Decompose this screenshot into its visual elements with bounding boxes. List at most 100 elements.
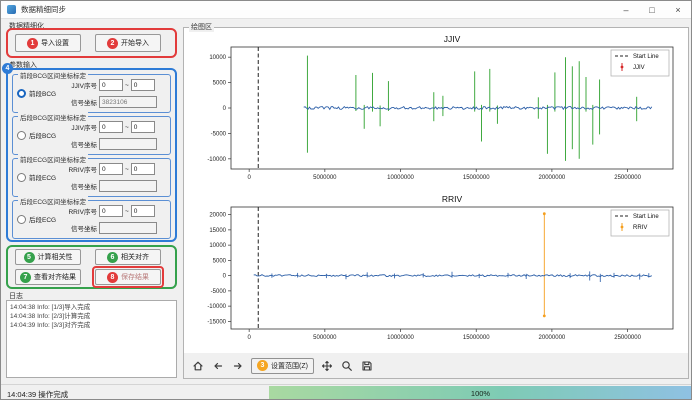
svg-text:20000: 20000 xyxy=(209,213,226,219)
progress-bar: 100% xyxy=(269,386,692,400)
svg-text:5000000: 5000000 xyxy=(313,175,337,181)
set-range-button[interactable]: 3 设置范围(Z) xyxy=(251,358,314,374)
coord-input[interactable] xyxy=(99,180,157,192)
seq-from-input[interactable] xyxy=(99,79,123,91)
window-controls: – □ × xyxy=(613,1,691,18)
seq-from-input[interactable] xyxy=(99,163,123,175)
svg-text:5000000: 5000000 xyxy=(313,335,337,341)
step-7-badge: 7 xyxy=(20,272,31,283)
svg-text:15000000: 15000000 xyxy=(463,335,490,341)
forward-icon[interactable] xyxy=(231,359,245,373)
seq-to-input[interactable] xyxy=(131,205,155,217)
minimize-button[interactable]: – xyxy=(613,1,639,18)
step-3-badge: 3 xyxy=(257,360,268,371)
log-line: 14:04:39 Info: [3/3]对齐完成 xyxy=(10,321,173,330)
svg-text:5000: 5000 xyxy=(213,258,227,264)
coord-label: 信号坐标 xyxy=(65,223,97,233)
pan-icon[interactable] xyxy=(320,359,334,373)
seq-label: RRIV序号 xyxy=(65,164,97,174)
seq-to-input[interactable] xyxy=(131,79,155,91)
svg-text:0: 0 xyxy=(223,274,227,280)
jjiv-chart[interactable]: JJIV -10000 -5000 0 5000 10000 0 5000000 1000000… xyxy=(191,31,683,185)
import-group-label: 数据精细化 xyxy=(9,21,44,31)
window-title: 数据精细同步 xyxy=(21,4,66,15)
svg-text:25000000: 25000000 xyxy=(614,335,641,341)
params-box: 前段BCG区间坐标标定 前段BCG JJIV序号 ~ 信号坐标 后段BCG区间坐… xyxy=(6,68,177,242)
radio-rear-bcg[interactable] xyxy=(17,131,26,140)
coord-label: 信号坐标 xyxy=(65,139,97,149)
maximize-button[interactable]: □ xyxy=(639,1,665,18)
tilde-separator: ~ xyxy=(125,208,129,215)
tilde-separator: ~ xyxy=(125,124,129,131)
rriv-chart[interactable]: RRIV-15000-10000-50000500010000150002000… xyxy=(191,191,683,345)
svg-text:25000000: 25000000 xyxy=(614,175,641,181)
param-section-rear-bcg: 后段BCG区间坐标标定 后段BCG JJIV序号 ~ 信号坐标 xyxy=(12,116,171,155)
seq-from-input[interactable] xyxy=(99,205,123,217)
svg-text:10000000: 10000000 xyxy=(387,335,414,341)
step-2-badge: 2 xyxy=(107,38,118,49)
radio-front-ecg[interactable] xyxy=(17,173,26,182)
start-import-button[interactable]: 2 开始导入 xyxy=(95,34,161,52)
zoom-icon[interactable] xyxy=(340,359,354,373)
seq-from-input[interactable] xyxy=(99,121,123,133)
radio-front-bcg-label: 前段BCG xyxy=(29,88,56,98)
tilde-separator: ~ xyxy=(125,166,129,173)
save-result-button[interactable]: 8 保存结果 xyxy=(95,269,161,285)
svg-text:10000000: 10000000 xyxy=(387,175,414,181)
coord-label: 信号坐标 xyxy=(65,97,97,107)
svg-text:Start Line: Start Line xyxy=(633,214,659,220)
svg-text:JJIV: JJIV xyxy=(444,34,461,44)
svg-text:10000: 10000 xyxy=(209,55,226,61)
start-import-label: 开始导入 xyxy=(121,38,149,48)
progress-percent: 100% xyxy=(471,389,490,398)
seq-label: JJIV序号 xyxy=(65,122,97,132)
close-button[interactable]: × xyxy=(665,1,691,18)
plot-group-label: 绘图区 xyxy=(189,22,214,32)
svg-text:RRIV: RRIV xyxy=(442,194,463,204)
svg-text:-5000: -5000 xyxy=(211,131,227,137)
svg-text:RRIV: RRIV xyxy=(633,225,647,231)
save-icon[interactable] xyxy=(360,359,374,373)
step-5-badge: 5 xyxy=(24,252,35,263)
import-settings-button[interactable]: 1 导入设置 xyxy=(15,34,81,52)
coord-label: 信号坐标 xyxy=(65,181,97,191)
svg-text:0: 0 xyxy=(223,106,227,112)
save-result-label: 保存结果 xyxy=(121,272,149,282)
coord-input[interactable] xyxy=(99,96,157,108)
svg-text:15000: 15000 xyxy=(209,228,226,234)
titlebar: 数据精细同步 – □ × xyxy=(1,1,691,19)
set-range-label: 设置范围(Z) xyxy=(271,361,308,371)
svg-text:0: 0 xyxy=(247,175,251,181)
coord-input[interactable] xyxy=(99,222,157,234)
app-icon xyxy=(7,5,16,14)
log-box: 14:04:38 Info: [1/3]导入完成 14:04:38 Info: … xyxy=(6,300,177,378)
svg-text:-15000: -15000 xyxy=(207,319,226,325)
plot-toolbar: 3 设置范围(Z) xyxy=(184,353,688,378)
seq-to-input[interactable] xyxy=(131,121,155,133)
seq-to-input[interactable] xyxy=(131,163,155,175)
view-align-result-button[interactable]: 7 查看对齐结果 xyxy=(15,269,81,285)
svg-text:20000000: 20000000 xyxy=(539,175,566,181)
back-icon[interactable] xyxy=(211,359,225,373)
coord-input[interactable] xyxy=(99,138,157,150)
radio-rear-ecg[interactable] xyxy=(17,215,26,224)
svg-text:-10000: -10000 xyxy=(207,157,226,163)
seq-label: JJIV序号 xyxy=(65,80,97,90)
home-icon[interactable] xyxy=(191,359,205,373)
svg-text:-10000: -10000 xyxy=(207,304,226,310)
app-window: 数据精细同步 – □ × 数据精细化 1 导入设置 2 开始导入 参数输入 4 … xyxy=(0,0,692,400)
import-settings-label: 导入设置 xyxy=(41,38,69,48)
svg-text:-5000: -5000 xyxy=(211,289,227,295)
calc-correlation-label: 计算相关性 xyxy=(38,252,73,262)
radio-front-bcg[interactable] xyxy=(17,89,26,98)
radio-front-ecg-label: 前段ECG xyxy=(29,172,56,182)
radio-rear-bcg-label: 后段BCG xyxy=(29,130,56,140)
svg-text:5000: 5000 xyxy=(213,81,227,87)
correlation-align-button[interactable]: 6 相关对齐 xyxy=(95,249,161,265)
calc-correlation-button[interactable]: 5 计算相关性 xyxy=(15,249,81,265)
svg-text:Start Line: Start Line xyxy=(633,54,659,60)
svg-text:0: 0 xyxy=(247,335,251,341)
radio-rear-ecg-label: 后段ECG xyxy=(29,214,56,224)
svg-text:20000000: 20000000 xyxy=(539,335,566,341)
step-6-badge: 6 xyxy=(107,252,118,263)
